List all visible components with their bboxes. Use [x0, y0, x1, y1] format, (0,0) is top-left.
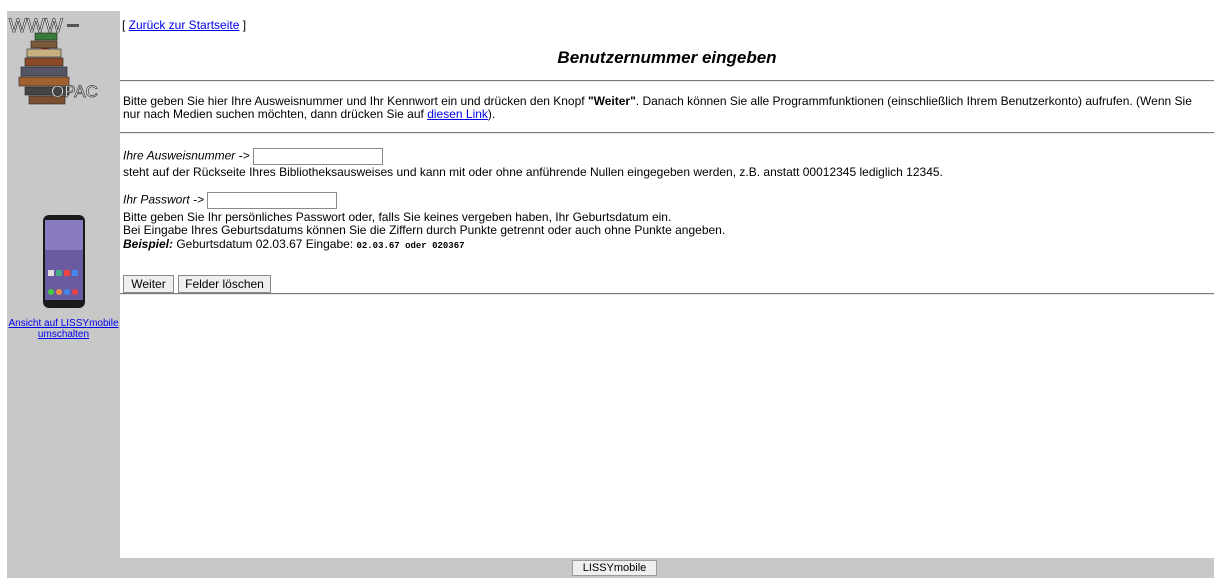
example-input-mono: 02.03.67 oder 020367	[356, 241, 465, 251]
intro-text-1: Bitte geben Sie hier Ihre Ausweisnummer …	[123, 94, 588, 108]
logo-opac-text: OPAC	[51, 82, 98, 101]
footer-bar: LISSYmobile	[7, 558, 1214, 578]
smartphone-icon[interactable]	[42, 214, 86, 309]
password-hint-2: Bei Eingabe Ihres Geburtsdatums können S…	[123, 223, 726, 237]
sidebar: WWW OPAC Ansicht auf LISSYmobile umschal…	[7, 11, 120, 558]
intro-text: Bitte geben Sie hier Ihre Ausweisnummer …	[123, 95, 1211, 121]
page-title: Benutzernummer eingeben	[557, 48, 777, 67]
example-text: Geburtsdatum 02.03.67 Eingabe:	[173, 237, 357, 251]
search-only-link[interactable]: diesen Link	[427, 107, 488, 121]
password-input[interactable]	[207, 192, 338, 209]
divider-top	[120, 80, 1214, 82]
back-to-start-link[interactable]: Zurück zur Startseite	[129, 18, 240, 32]
id-label: Ihre Ausweisnummer ->	[123, 148, 250, 163]
www-opac-logo: WWW OPAC	[9, 16, 98, 105]
mobile-view-link[interactable]: Ansicht auf LISSYmobile umschalten	[7, 318, 120, 340]
submit-button[interactable]: Weiter	[123, 275, 174, 293]
clear-fields-button[interactable]: Felder löschen	[178, 275, 271, 293]
divider-bottom	[120, 293, 1214, 295]
lissymobile-footer-button[interactable]: LISSYmobile	[572, 560, 657, 576]
divider-middle	[120, 132, 1214, 134]
id-number-input[interactable]	[252, 148, 383, 165]
mobile-switch[interactable]: Ansicht auf LISSYmobile umschalten	[7, 214, 120, 340]
example-label: Beispiel:	[123, 237, 174, 251]
id-hint: steht auf der Rückseite Ihres Bibliothek…	[123, 165, 943, 179]
breadcrumb: [ Zurück zur Startseite ]	[122, 18, 247, 32]
password-label: Ihr Passwort ->	[123, 192, 205, 207]
password-row: Ihr Passwort ->	[123, 192, 338, 209]
id-row: Ihre Ausweisnummer ->	[123, 148, 383, 165]
password-example: Beispiel: Geburtsdatum 02.03.67 Eingabe:…	[123, 238, 465, 253]
main-content: [ Zurück zur Startseite ] Benutzernummer…	[120, 11, 1214, 558]
intro-text-3: ).	[487, 107, 496, 121]
intro-bold-weiter: "Weiter"	[587, 94, 636, 108]
